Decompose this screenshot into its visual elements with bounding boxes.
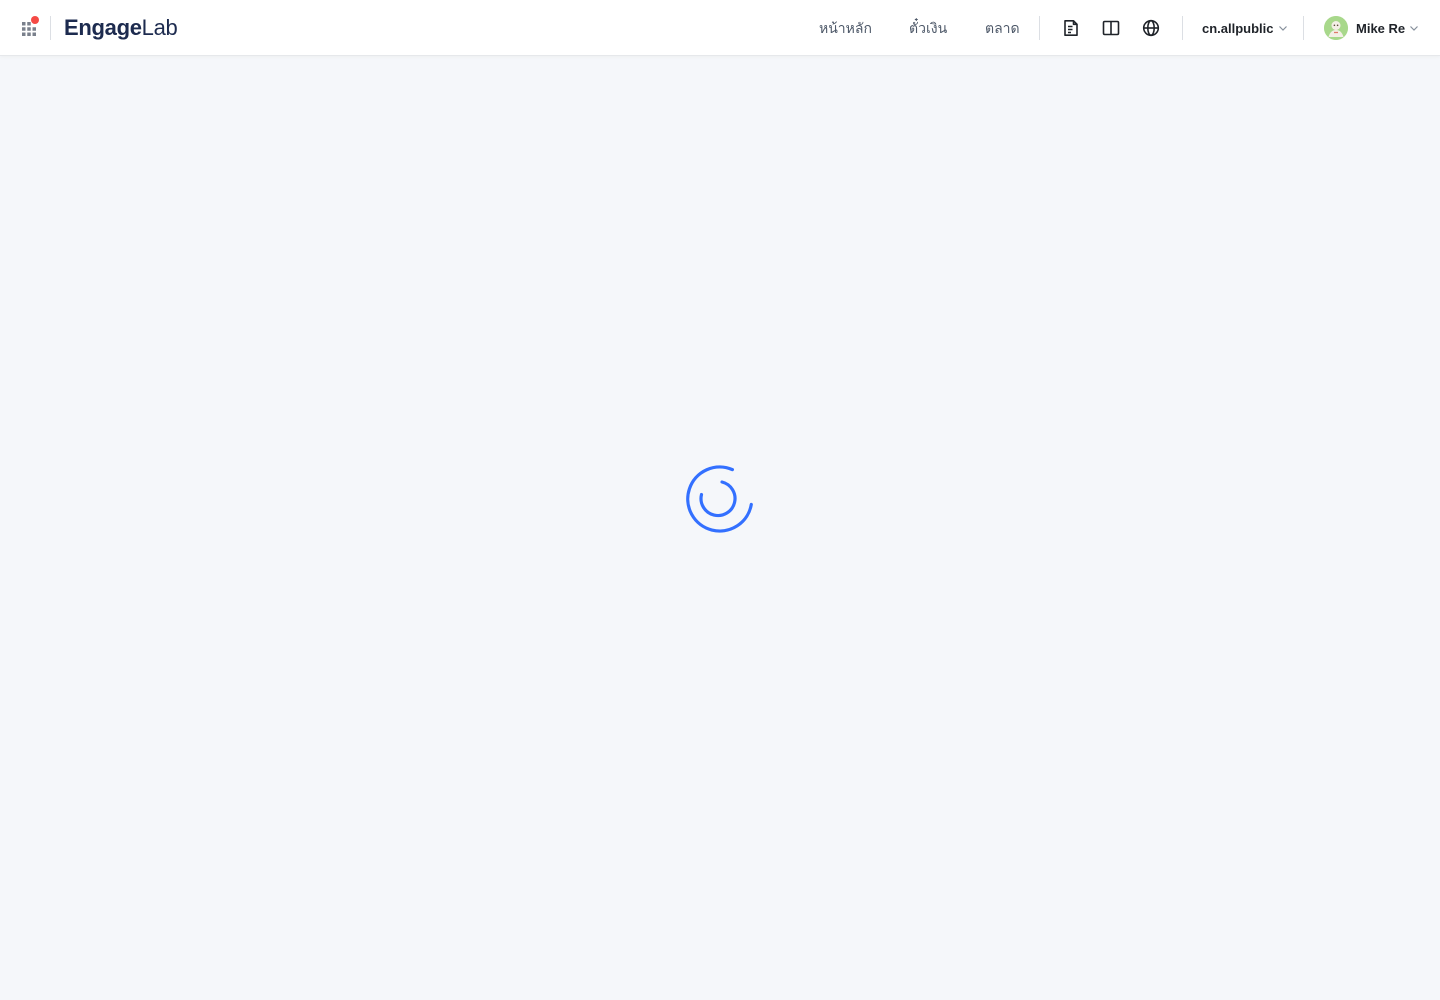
avatar: [1324, 16, 1348, 40]
chevron-down-icon: [1278, 26, 1287, 31]
book-icon[interactable]: [1101, 18, 1121, 38]
logo-divider: [50, 16, 51, 40]
notification-dot-icon: [31, 16, 39, 24]
user-name: Mike Re: [1356, 20, 1406, 36]
apps-grid-icon: [22, 22, 36, 36]
globe-icon[interactable]: [1141, 18, 1161, 38]
app-switcher-button[interactable]: [18, 16, 40, 38]
chevron-down-icon: [1410, 26, 1419, 31]
loading-spinner-icon: [686, 465, 753, 533]
account-selector[interactable]: cn.allpublic: [1202, 17, 1288, 39]
user-menu[interactable]: Mike Re: [1324, 16, 1419, 40]
nav-link-marketplace[interactable]: ตลาด: [985, 17, 1020, 39]
top-navigation-bar: EngageLab หน้าหลัก ตั๋วเงิน ตลาด cn.allp…: [0, 0, 1440, 56]
logo-text-engage: Engage: [64, 15, 142, 40]
logo-text-lab: Lab: [141, 15, 178, 40]
nav-link-home[interactable]: หน้าหลัก: [819, 17, 872, 39]
account-divider: [1303, 16, 1304, 40]
nav-link-billing[interactable]: ตั๋วเงิน: [909, 17, 947, 39]
nav-divider: [1039, 16, 1040, 40]
document-icon[interactable]: [1061, 18, 1081, 38]
tools-divider: [1182, 16, 1183, 40]
engagelab-logo[interactable]: EngageLab: [64, 13, 178, 43]
account-name: cn.allpublic: [1202, 20, 1274, 36]
